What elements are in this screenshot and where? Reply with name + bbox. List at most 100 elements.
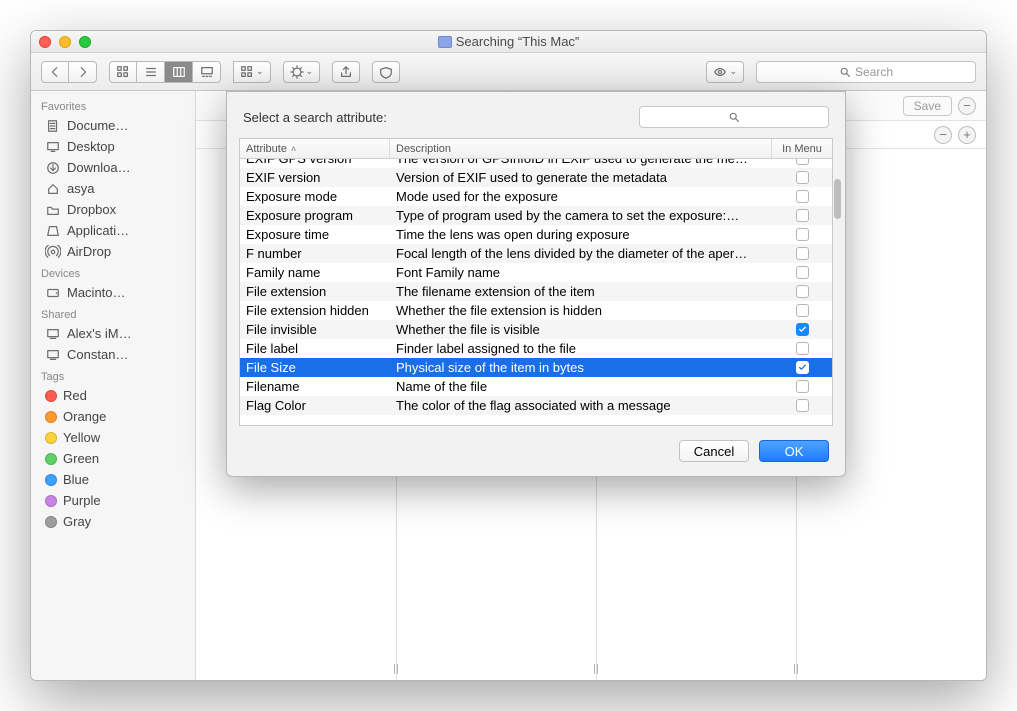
view-list[interactable] bbox=[137, 61, 165, 83]
sidebar[interactable]: FavoritesDocume…DesktopDownloa…asyaDropb… bbox=[31, 91, 196, 680]
cancel-button[interactable]: Cancel bbox=[679, 440, 749, 462]
sidebar-item[interactable]: Gray bbox=[31, 511, 195, 532]
table-row[interactable]: Exposure timeTime the lens was open duri… bbox=[240, 225, 832, 244]
in-menu-checkbox[interactable] bbox=[796, 361, 809, 374]
monitor-icon bbox=[45, 327, 61, 341]
table-row[interactable]: Exposure modeMode used for the exposure bbox=[240, 187, 832, 206]
cell-in-menu bbox=[772, 266, 832, 279]
sidebar-item[interactable]: Applicati… bbox=[31, 220, 195, 241]
table-row[interactable]: EXIF versionVersion of EXIF used to gene… bbox=[240, 168, 832, 187]
downloads-icon bbox=[45, 161, 61, 175]
action-button[interactable]: ⌄ bbox=[283, 61, 321, 83]
cell-attribute: Exposure time bbox=[240, 227, 390, 242]
share-button[interactable] bbox=[332, 61, 360, 83]
sidebar-item-label: Green bbox=[63, 451, 99, 466]
cell-description: Focal length of the lens divided by the … bbox=[390, 246, 772, 261]
sidebar-item[interactable]: Purple bbox=[31, 490, 195, 511]
sidebar-item[interactable]: asya bbox=[31, 178, 195, 199]
table-body[interactable]: EXIF GPS versionThe version of GPSInfoID… bbox=[240, 159, 832, 425]
sidebar-section-header: Tags bbox=[31, 365, 195, 385]
sidebar-item[interactable]: AirDrop bbox=[31, 241, 195, 262]
table-row[interactable]: File extensionThe filename extension of … bbox=[240, 282, 832, 301]
sidebar-item[interactable]: Macinto… bbox=[31, 282, 195, 303]
table-row[interactable]: File SizePhysical size of the item in by… bbox=[240, 358, 832, 377]
in-menu-checkbox[interactable] bbox=[796, 342, 809, 355]
tag-dot-icon bbox=[45, 474, 57, 486]
table-row[interactable]: File labelFinder label assigned to the f… bbox=[240, 339, 832, 358]
sidebar-item[interactable]: Desktop bbox=[31, 136, 195, 157]
in-menu-checkbox[interactable] bbox=[796, 228, 809, 241]
view-gallery[interactable] bbox=[193, 61, 221, 83]
back-button[interactable] bbox=[41, 61, 69, 83]
save-search-button[interactable]: Save bbox=[903, 96, 952, 116]
cell-attribute: Family name bbox=[240, 265, 390, 280]
sheet-search-field[interactable] bbox=[639, 106, 829, 128]
in-menu-checkbox[interactable] bbox=[796, 399, 809, 412]
tag-dot-icon bbox=[45, 432, 57, 444]
sidebar-item-label: asya bbox=[67, 181, 94, 196]
table-row[interactable]: F numberFocal length of the lens divided… bbox=[240, 244, 832, 263]
forward-button[interactable] bbox=[69, 61, 97, 83]
sidebar-item[interactable]: Green bbox=[31, 448, 195, 469]
cell-in-menu bbox=[772, 171, 832, 184]
table-row[interactable]: EXIF GPS versionThe version of GPSInfoID… bbox=[240, 159, 832, 168]
sidebar-item[interactable]: Blue bbox=[31, 469, 195, 490]
sidebar-item-label: Docume… bbox=[67, 118, 128, 133]
column-resize-handle[interactable] bbox=[593, 664, 599, 674]
table-row[interactable]: Exposure programType of program used by … bbox=[240, 206, 832, 225]
in-menu-checkbox[interactable] bbox=[796, 323, 809, 336]
monitor-icon bbox=[45, 348, 61, 362]
tag-dot-icon bbox=[45, 390, 57, 402]
scrollbar-thumb[interactable] bbox=[834, 179, 841, 219]
col-in-menu[interactable]: In Menu bbox=[772, 139, 832, 158]
column-resize-handle[interactable] bbox=[393, 664, 399, 674]
sidebar-item[interactable]: Red bbox=[31, 385, 195, 406]
table-row[interactable]: Flag ColorThe color of the flag associat… bbox=[240, 396, 832, 415]
in-menu-checkbox[interactable] bbox=[796, 380, 809, 393]
search-icon bbox=[839, 66, 851, 78]
arrange-group: ⌄ bbox=[233, 61, 271, 83]
remove-criteria-button[interactable]: − bbox=[934, 126, 952, 144]
sidebar-item[interactable]: Yellow bbox=[31, 427, 195, 448]
quicklook-button[interactable]: ⌄ bbox=[706, 61, 744, 83]
sidebar-item-label: Applicati… bbox=[67, 223, 129, 238]
sidebar-item[interactable]: Downloa… bbox=[31, 157, 195, 178]
tags-button[interactable] bbox=[372, 61, 400, 83]
in-menu-checkbox[interactable] bbox=[796, 171, 809, 184]
in-menu-checkbox[interactable] bbox=[796, 304, 809, 317]
in-menu-checkbox[interactable] bbox=[796, 209, 809, 222]
table-row[interactable]: File invisibleWhether the file is visibl… bbox=[240, 320, 832, 339]
arrange-button[interactable]: ⌄ bbox=[233, 61, 271, 83]
sidebar-item-label: Purple bbox=[63, 493, 101, 508]
table-row[interactable]: FilenameName of the file bbox=[240, 377, 832, 396]
cell-in-menu bbox=[772, 304, 832, 317]
in-menu-checkbox[interactable] bbox=[796, 190, 809, 203]
in-menu-checkbox[interactable] bbox=[796, 266, 809, 279]
view-columns[interactable] bbox=[165, 61, 193, 83]
in-menu-checkbox[interactable] bbox=[796, 159, 809, 165]
col-attribute[interactable]: Attribute˄ bbox=[240, 139, 390, 158]
in-menu-checkbox[interactable] bbox=[796, 285, 809, 298]
sidebar-item[interactable]: Constan… bbox=[31, 344, 195, 365]
column-resize-handle[interactable] bbox=[793, 664, 799, 674]
cell-in-menu bbox=[772, 285, 832, 298]
col-description[interactable]: Description bbox=[390, 139, 772, 158]
table-row[interactable]: Family nameFont Family name bbox=[240, 263, 832, 282]
in-menu-checkbox[interactable] bbox=[796, 247, 809, 260]
remove-scope-button[interactable]: − bbox=[958, 97, 976, 115]
cell-in-menu bbox=[772, 190, 832, 203]
cell-description: Mode used for the exposure bbox=[390, 189, 772, 204]
sidebar-item[interactable]: Orange bbox=[31, 406, 195, 427]
sidebar-item[interactable]: Alex's iM… bbox=[31, 323, 195, 344]
add-criteria-button[interactable]: + bbox=[958, 126, 976, 144]
table-row[interactable]: File extension hiddenWhether the file ex… bbox=[240, 301, 832, 320]
cell-in-menu bbox=[772, 323, 832, 336]
sidebar-item[interactable]: Docume… bbox=[31, 115, 195, 136]
sidebar-item-label: Constan… bbox=[67, 347, 128, 362]
cell-in-menu bbox=[772, 361, 832, 374]
sidebar-item[interactable]: Dropbox bbox=[31, 199, 195, 220]
toolbar: ⌄ ⌄ ⌄ Search bbox=[31, 53, 986, 91]
view-icon[interactable] bbox=[109, 61, 137, 83]
toolbar-search[interactable]: Search bbox=[756, 61, 976, 83]
ok-button[interactable]: OK bbox=[759, 440, 829, 462]
